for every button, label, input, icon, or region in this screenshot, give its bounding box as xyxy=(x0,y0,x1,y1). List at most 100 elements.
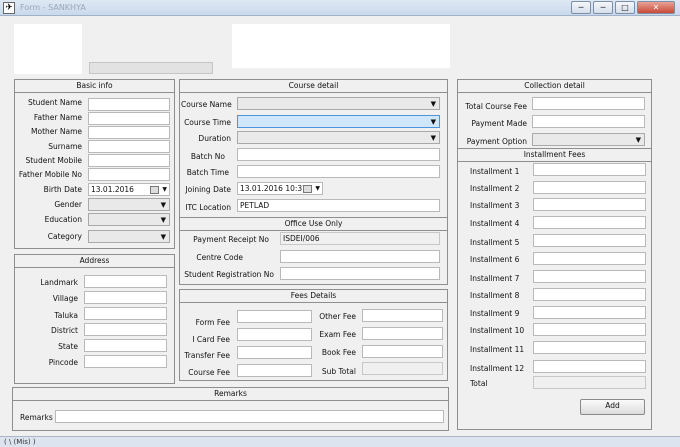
payment-option-select[interactable]: ▼ xyxy=(532,133,645,146)
student-mobile-input[interactable] xyxy=(88,154,170,167)
other-fee-input[interactable] xyxy=(362,309,443,322)
exam-fee-input[interactable] xyxy=(362,327,443,340)
installment-2-input[interactable] xyxy=(533,181,646,194)
payment-option-label: Payment Option xyxy=(466,137,527,146)
progress-bar xyxy=(89,62,213,74)
installment-4-input[interactable] xyxy=(533,216,646,229)
book-fee-label: Book Fee xyxy=(321,348,356,357)
restore-button[interactable]: ─ xyxy=(593,1,613,14)
education-label: Education xyxy=(44,215,82,224)
course-time-select[interactable]: ▼ xyxy=(237,115,440,128)
state-input[interactable] xyxy=(84,339,167,352)
batch-time-label: Batch Time xyxy=(186,168,229,177)
joining-date-picker[interactable]: 13.01.2016 10:37 ▼ xyxy=(237,182,323,195)
minimize-button[interactable]: ─ xyxy=(571,1,591,14)
gender-select[interactable]: ▼ xyxy=(88,198,170,211)
add-button[interactable]: Add xyxy=(580,399,645,415)
gender-label: Gender xyxy=(54,200,82,209)
total-label: Total xyxy=(470,379,488,388)
taskbar: ( \ (Mis) ) xyxy=(0,436,680,447)
joining-date-label: Joining Date xyxy=(185,185,231,194)
installment-10-input[interactable] xyxy=(533,323,646,336)
student-name-input[interactable] xyxy=(88,98,170,111)
landmark-input[interactable] xyxy=(84,275,167,288)
close-button[interactable]: ✕ xyxy=(637,1,675,14)
father-name-label: Father Name xyxy=(33,113,82,122)
pincode-label: Pincode xyxy=(48,358,78,367)
district-input[interactable] xyxy=(84,323,167,336)
app-icon: ✈ xyxy=(3,2,15,14)
category-select[interactable]: ▼ xyxy=(88,230,170,243)
chevron-down-icon[interactable]: ▼ xyxy=(315,185,320,193)
sub-total-label: Sub Total xyxy=(321,367,356,376)
installment-9-input[interactable] xyxy=(533,306,646,319)
installment-5-label: Installment 5 xyxy=(470,238,520,247)
father-mobile-input[interactable] xyxy=(88,168,170,181)
pincode-input[interactable] xyxy=(84,355,167,368)
installment-9-label: Installment 9 xyxy=(470,309,520,318)
installment-1-label: Installment 1 xyxy=(470,167,520,176)
installment-12-label: Installment 12 xyxy=(470,364,525,373)
installment-10-label: Installment 10 xyxy=(470,326,525,335)
student-registration-label: Student Registration No xyxy=(184,270,274,279)
header-banner xyxy=(232,24,450,68)
birth-date-label: Birth Date xyxy=(43,185,82,194)
batch-time-input[interactable] xyxy=(237,165,440,178)
birth-date-picker[interactable]: 13.01.2016 ▼ xyxy=(88,183,170,196)
education-select[interactable]: ▼ xyxy=(88,213,170,226)
course-fee-input[interactable] xyxy=(237,364,312,377)
maximize-button[interactable]: □ xyxy=(615,1,635,14)
total-course-fee-input[interactable] xyxy=(532,97,645,110)
surname-input[interactable] xyxy=(88,140,170,153)
course-time-label: Course Time xyxy=(184,118,231,127)
course-name-select[interactable]: ▼ xyxy=(237,97,440,110)
installment-11-label: Installment 11 xyxy=(470,345,525,354)
sub-total-input xyxy=(362,362,443,375)
student-name-label: Student Name xyxy=(27,98,82,107)
duration-label: Duration xyxy=(198,134,231,143)
course-detail-header: Course detail xyxy=(179,79,448,93)
chevron-down-icon[interactable]: ▼ xyxy=(162,186,167,194)
installment-2-label: Installment 2 xyxy=(470,184,520,193)
installment-3-input[interactable] xyxy=(533,198,646,211)
district-label: District xyxy=(51,326,78,335)
father-name-input[interactable] xyxy=(88,112,170,125)
batch-no-input[interactable] xyxy=(237,148,440,161)
taluka-label: Taluka xyxy=(54,311,78,320)
mother-name-input[interactable] xyxy=(88,126,170,139)
remarks-label: Remarks xyxy=(20,413,53,422)
remarks-input[interactable] xyxy=(55,410,444,423)
payment-made-input[interactable] xyxy=(532,115,645,128)
window-title: Form - SANKHYA xyxy=(20,3,86,12)
calendar-icon[interactable] xyxy=(303,185,312,193)
book-fee-input[interactable] xyxy=(362,345,443,358)
chevron-down-icon: ▼ xyxy=(160,216,166,224)
chevron-down-icon: ▼ xyxy=(430,118,436,126)
itc-location-input[interactable]: PETLAD xyxy=(237,199,440,212)
transfer-fee-input[interactable] xyxy=(237,346,312,359)
installment-4-label: Installment 4 xyxy=(470,219,520,228)
transfer-fee-label: Transfer Fee xyxy=(184,351,230,360)
form-fee-label: Form Fee xyxy=(195,318,230,327)
installment-5-input[interactable] xyxy=(533,234,646,247)
chevron-down-icon: ▼ xyxy=(430,134,436,142)
form-fee-input[interactable] xyxy=(237,310,312,323)
installment-7-input[interactable] xyxy=(533,270,646,283)
installment-8-label: Installment 8 xyxy=(470,291,520,300)
village-input[interactable] xyxy=(84,291,167,304)
installment-8-input[interactable] xyxy=(533,288,646,301)
i-card-fee-input[interactable] xyxy=(237,328,312,341)
total-course-fee-label: Total Course Fee xyxy=(465,102,527,111)
state-label: State xyxy=(58,342,78,351)
centre-code-input[interactable] xyxy=(280,250,440,263)
installment-11-input[interactable] xyxy=(533,341,646,354)
student-mobile-label: Student Mobile xyxy=(25,156,82,165)
taluka-input[interactable] xyxy=(84,307,167,320)
installment-6-input[interactable] xyxy=(533,252,646,265)
installment-12-input[interactable] xyxy=(533,360,646,373)
installment-1-input[interactable] xyxy=(533,163,646,176)
duration-select[interactable]: ▼ xyxy=(237,131,440,144)
calendar-icon[interactable] xyxy=(150,186,159,194)
student-registration-input[interactable] xyxy=(280,267,440,280)
itc-location-label: ITC Location xyxy=(185,203,231,212)
